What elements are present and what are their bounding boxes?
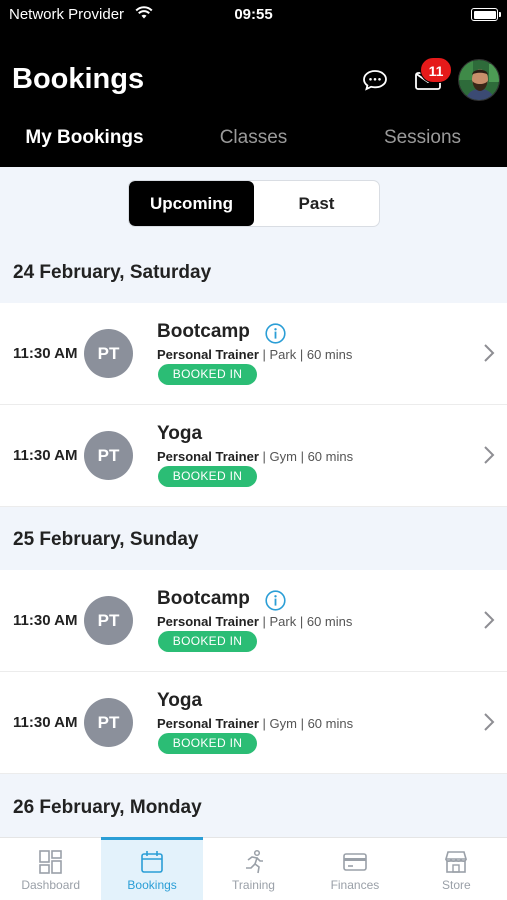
booking-location: Park <box>269 614 297 629</box>
card-icon <box>343 853 367 871</box>
tab-my-bookings[interactable]: My Bookings <box>0 121 169 167</box>
clock: 09:55 <box>234 6 273 23</box>
app-header: Bookings 11 My Bookings Classes Sessions <box>0 30 507 167</box>
tabbar-label: Dashboard <box>21 878 81 892</box>
tab-classes[interactable]: Classes <box>169 121 338 167</box>
trainer-avatar: PT <box>84 698 133 747</box>
booked-in-badge: BOOKED IN <box>158 733 257 754</box>
trainer-type: Personal Trainer <box>157 347 259 362</box>
booking-duration: 60 mins <box>306 614 353 629</box>
booking-details: Personal Trainer | Gym | 60 mins <box>157 449 354 464</box>
tabbar-bookings[interactable]: Bookings <box>101 837 204 900</box>
tabbar-finances[interactable]: Finances <box>304 838 405 900</box>
booking-location: Gym <box>269 449 297 464</box>
trainer-avatar: PT <box>84 431 133 480</box>
booked-in-badge: BOOKED IN <box>158 466 257 487</box>
booking-details: Personal Trainer | Park | 60 mins <box>157 614 353 629</box>
page-title: Bookings <box>12 63 145 95</box>
running-icon <box>245 849 263 874</box>
trainer-type: Personal Trainer <box>157 449 259 464</box>
calendar-icon <box>141 851 163 873</box>
past-segment[interactable]: Past <box>254 181 379 226</box>
booking-location: Park <box>269 347 297 362</box>
dashboard-icon <box>38 850 62 874</box>
tabbar-store[interactable]: Store <box>406 838 507 900</box>
trainer-type: Personal Trainer <box>157 614 259 629</box>
booking-duration: 60 mins <box>307 449 354 464</box>
booking-details: Personal Trainer | Gym | 60 mins <box>157 716 354 731</box>
avatar[interactable] <box>458 59 500 101</box>
booking-name: Bootcamp <box>157 321 250 342</box>
booking-time: 11:30 AM <box>13 612 78 629</box>
booking-location: Gym <box>269 716 297 731</box>
booking-details: Personal Trainer | Park | 60 mins <box>157 347 353 362</box>
booking-row[interactable]: 11:30 AM PT Bootcamp Personal Trainer | … <box>0 570 507 672</box>
booked-in-badge: BOOKED IN <box>158 631 257 652</box>
chevron-right-icon <box>483 610 495 630</box>
notification-badge: 11 <box>420 57 452 83</box>
date-header: 26 February, Monday <box>0 776 507 840</box>
tabbar-label: Store <box>441 878 471 892</box>
tabbar-dashboard[interactable]: Dashboard <box>0 838 101 900</box>
info-icon[interactable] <box>265 323 286 344</box>
trainer-avatar: PT <box>84 596 133 645</box>
trainer-type: Personal Trainer <box>157 716 259 731</box>
tabbar-label: Finances <box>330 878 380 892</box>
tabbar-label: Training <box>232 878 275 892</box>
date-header: 25 February, Sunday <box>0 508 507 572</box>
battery-icon <box>471 8 501 21</box>
booking-row[interactable]: 11:30 AM PT Yoga Personal Trainer | Gym … <box>0 672 507 774</box>
store-icon <box>445 851 468 873</box>
booking-name: Yoga <box>157 423 203 444</box>
chat-icon[interactable] <box>361 68 389 92</box>
chevron-right-icon <box>483 445 495 465</box>
booked-in-badge: BOOKED IN <box>158 364 257 385</box>
bookings-tabs: My Bookings Classes Sessions <box>0 121 507 167</box>
trainer-avatar: PT <box>84 329 133 378</box>
tabbar-label: Bookings <box>127 878 177 892</box>
booking-name: Bootcamp <box>157 588 250 609</box>
bottom-tab-bar: Dashboard Bookings Training Finances Sto… <box>0 837 507 900</box>
tabbar-training[interactable]: Training <box>203 838 304 900</box>
booking-row[interactable]: 11:30 AM PT Bootcamp Personal Trainer | … <box>0 303 507 405</box>
status-bar: Network Provider 09:55 <box>0 0 507 30</box>
booking-duration: 60 mins <box>306 347 353 362</box>
tab-sessions[interactable]: Sessions <box>338 121 507 167</box>
info-icon[interactable] <box>265 590 286 611</box>
booking-row[interactable]: 11:30 AM PT Yoga Personal Trainer | Gym … <box>0 405 507 507</box>
booking-name: Yoga <box>157 690 203 711</box>
booking-time: 11:30 AM <box>13 447 78 464</box>
date-header: 24 February, Saturday <box>0 241 507 305</box>
chevron-right-icon <box>483 343 495 363</box>
booking-time: 11:30 AM <box>13 345 78 362</box>
upcoming-segment[interactable]: Upcoming <box>129 181 254 226</box>
booking-duration: 60 mins <box>307 716 354 731</box>
upcoming-past-toggle: Upcoming Past <box>128 180 380 227</box>
booking-time: 11:30 AM <box>13 714 78 731</box>
chevron-right-icon <box>483 712 495 732</box>
